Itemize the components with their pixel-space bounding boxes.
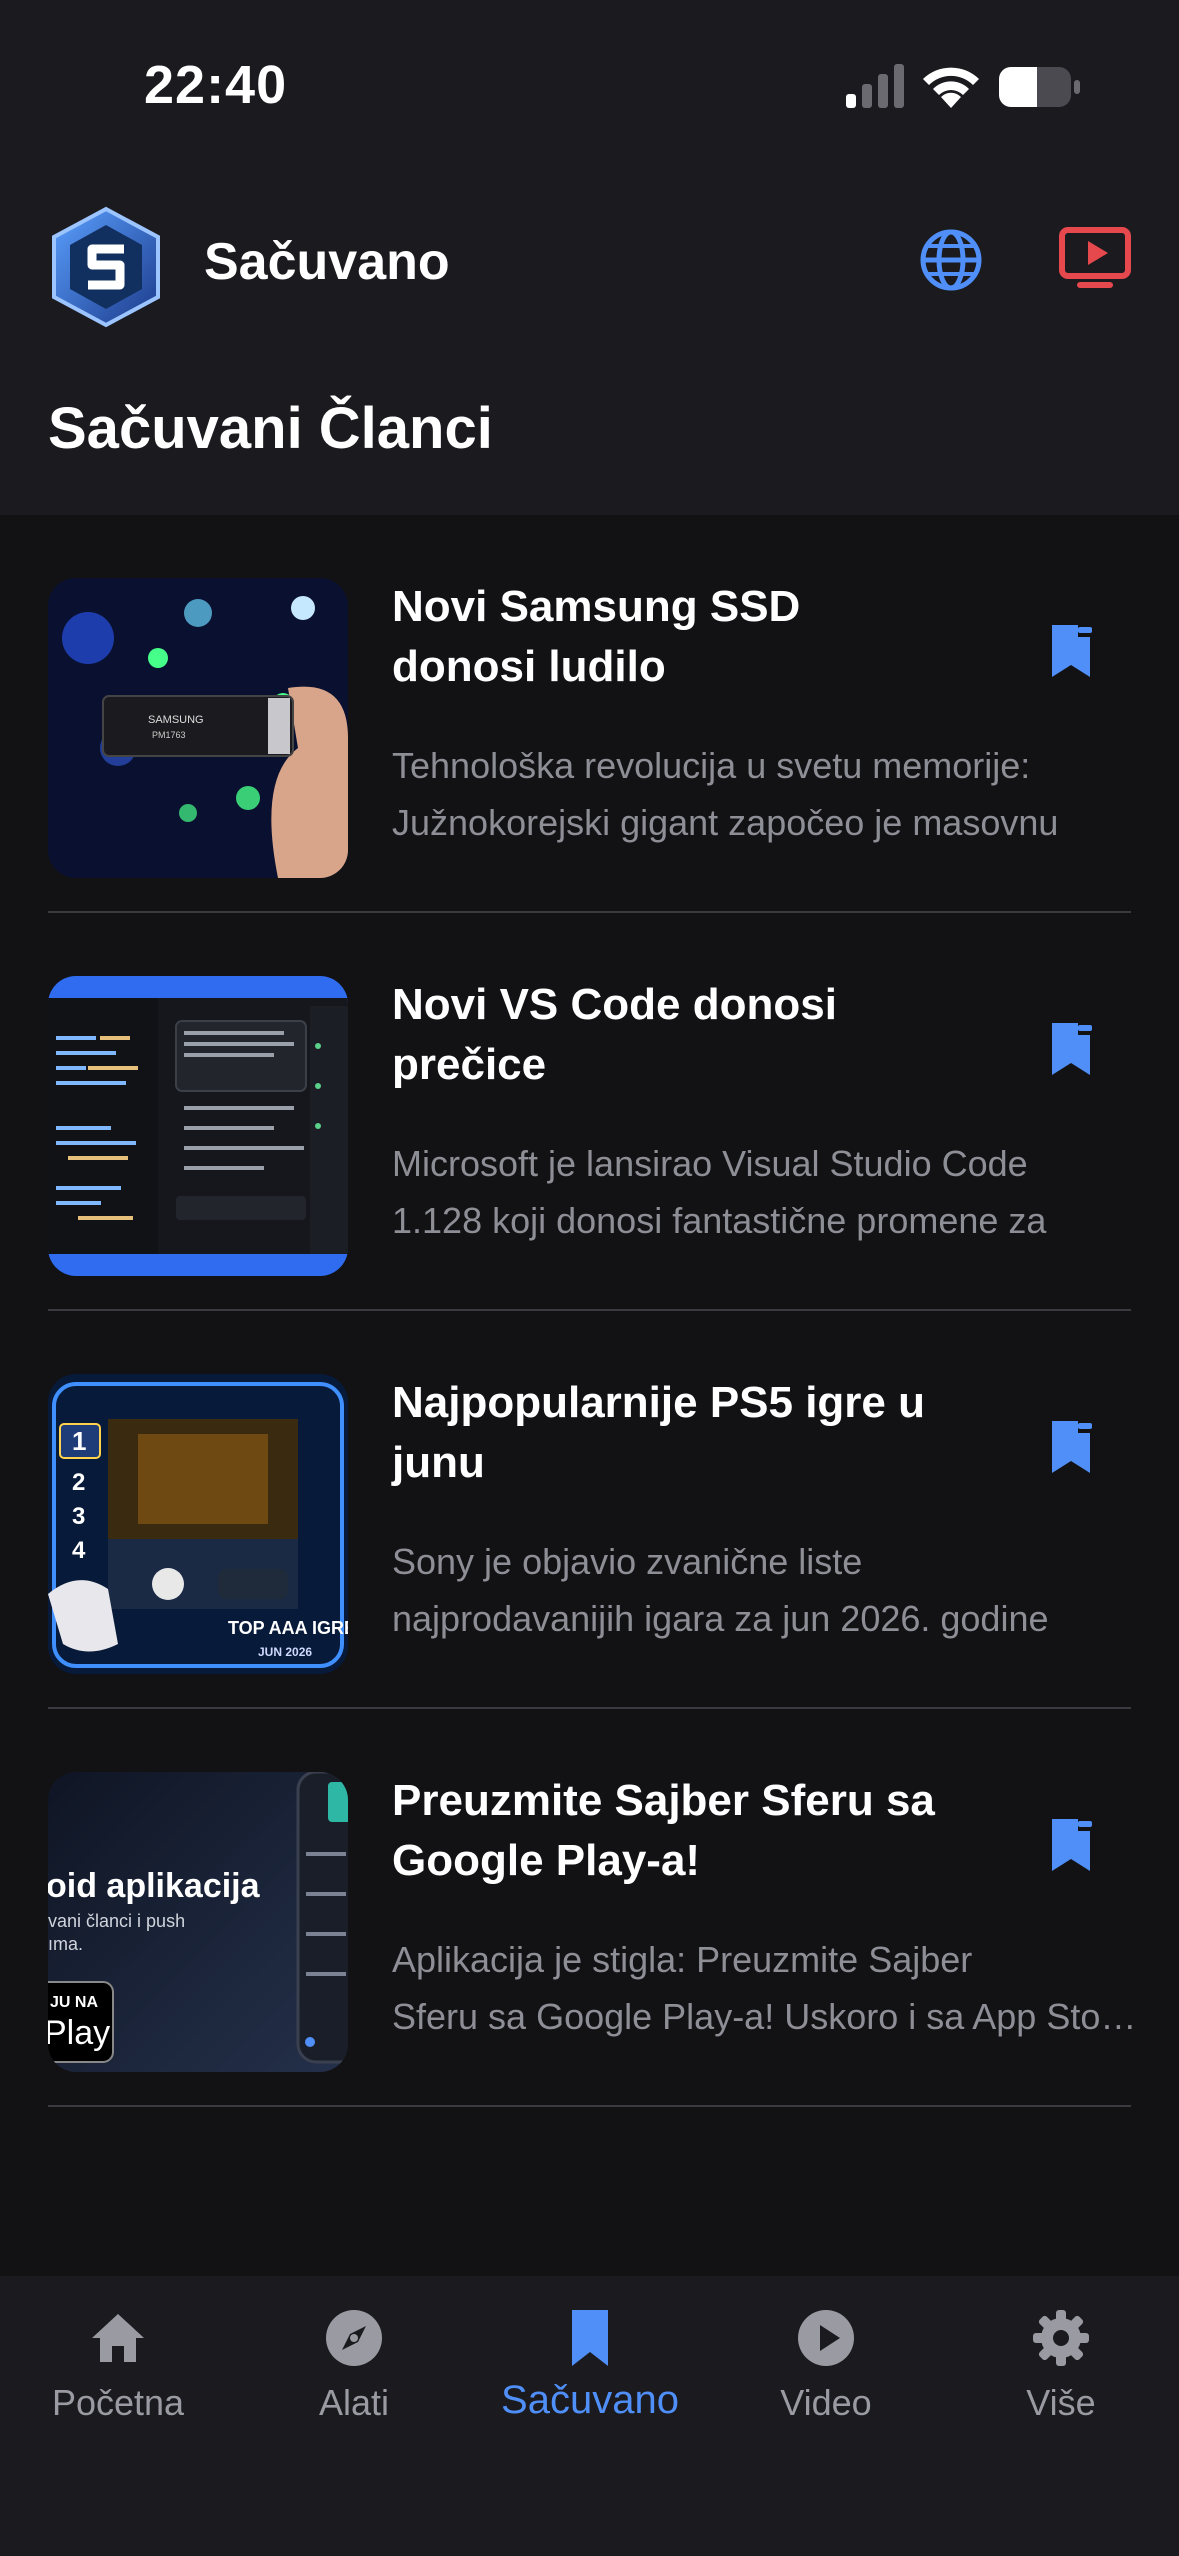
list-item-article[interactable]: 1 2 3 4 TOP AAA IGRE JUN 2026 Najpopular… xyxy=(0,1311,1179,1709)
bookmark-remove-icon[interactable] xyxy=(1048,623,1094,679)
tab-saved[interactable]: Sačuvano xyxy=(480,2308,700,2458)
bookmark-icon xyxy=(572,2310,608,2366)
bookmark-remove-icon[interactable] xyxy=(1048,1419,1094,1475)
thumb-text: oid aplikacija xyxy=(48,1867,261,1905)
article-thumbnail: SAMSUNG PM1763 xyxy=(48,578,348,878)
tab-more[interactable]: Više xyxy=(951,2308,1171,2458)
tab-label: Sačuvano xyxy=(501,2378,679,2422)
thumb-text: JUN 2026 xyxy=(258,1645,312,1659)
list-item-article[interactable]: Novi VS Code donosi prečice Microsoft je… xyxy=(0,913,1179,1311)
cellular-signal-icon xyxy=(846,64,904,108)
article-title: Preuzmite Sajber Sferu sa Google Play-a! xyxy=(392,1776,935,1885)
article-thumbnail: 1 2 3 4 TOP AAA IGRE JUN 2026 xyxy=(48,1374,348,1674)
tab-label: Video xyxy=(780,2382,872,2423)
status-bar: 22:40 xyxy=(0,0,1179,170)
list-item-article[interactable]: oid aplikacija vani članci i push ıma. J… xyxy=(0,1709,1179,2107)
tab-label: Alati xyxy=(318,2382,390,2423)
thumb-text: SAMSUNG xyxy=(148,714,204,726)
tab-label: Više xyxy=(1026,2382,1096,2423)
thumb-text: JU NA xyxy=(50,1994,98,2011)
app-logo xyxy=(52,206,160,328)
tab-tools[interactable]: Alati xyxy=(244,2308,464,2458)
bookmark-remove-icon[interactable] xyxy=(1048,1817,1094,1873)
article-title: Novi VS Code donosi prečice xyxy=(392,980,837,1089)
article-excerpt: Tehnološka revolucija u svetu memorije: … xyxy=(392,745,1059,843)
thumb-text: ıma. xyxy=(48,1934,83,1954)
article-excerpt: Sony je objavio zvanične liste najprodav… xyxy=(392,1541,1049,1639)
thumb-text: 1 xyxy=(72,1426,86,1456)
divider xyxy=(48,2105,1131,2107)
battery-icon xyxy=(999,67,1080,107)
tv-live-icon[interactable] xyxy=(1058,226,1132,290)
article-excerpt: Microsoft je lansirao Visual Studio Code… xyxy=(392,1143,1047,1241)
wifi-icon xyxy=(923,67,979,108)
bookmark-remove-icon[interactable] xyxy=(1048,1021,1094,1077)
thumb-text: Play xyxy=(48,2014,110,2052)
article-thumbnail: oid aplikacija vani članci i push ıma. J… xyxy=(48,1772,348,2072)
header-title: Sačuvano xyxy=(204,233,450,291)
tab-home[interactable]: Početna xyxy=(8,2308,228,2458)
thumb-text: 4 xyxy=(72,1537,86,1564)
thumb-text: PM1763 xyxy=(152,730,186,740)
article-title: Najpopularnije PS5 igre u junu xyxy=(392,1378,926,1487)
bottom-tab-bar: Početna Alati Sačuvano Video Više xyxy=(0,2276,1179,2556)
globe-icon[interactable] xyxy=(918,227,984,293)
app-header: Sačuvano Sačuvani Članci xyxy=(0,170,1179,515)
home-icon xyxy=(92,2314,144,2362)
article-thumbnail xyxy=(48,976,348,1276)
thumb-text: 3 xyxy=(72,1503,85,1530)
thumb-text: TOP AAA IGRE xyxy=(228,1618,348,1638)
status-time: 22:40 xyxy=(144,55,288,115)
compass-icon xyxy=(326,2310,382,2366)
gear-icon xyxy=(1033,2310,1089,2366)
article-title: Novi Samsung SSD donosi ludilo xyxy=(392,582,801,691)
article-excerpt: Aplikacija je stigla: Preuzmite Sajber S… xyxy=(392,1939,1137,2037)
thumb-text: vani članci i push xyxy=(48,1911,185,1931)
tab-video[interactable]: Video xyxy=(716,2308,936,2458)
page-title: Sačuvani Članci xyxy=(48,396,493,461)
list-item-article[interactable]: SAMSUNG PM1763 Novi Samsung SSD donosi l… xyxy=(0,515,1179,913)
thumb-text: 2 xyxy=(72,1469,85,1496)
play-icon xyxy=(798,2310,854,2366)
tab-label: Početna xyxy=(51,2382,185,2423)
